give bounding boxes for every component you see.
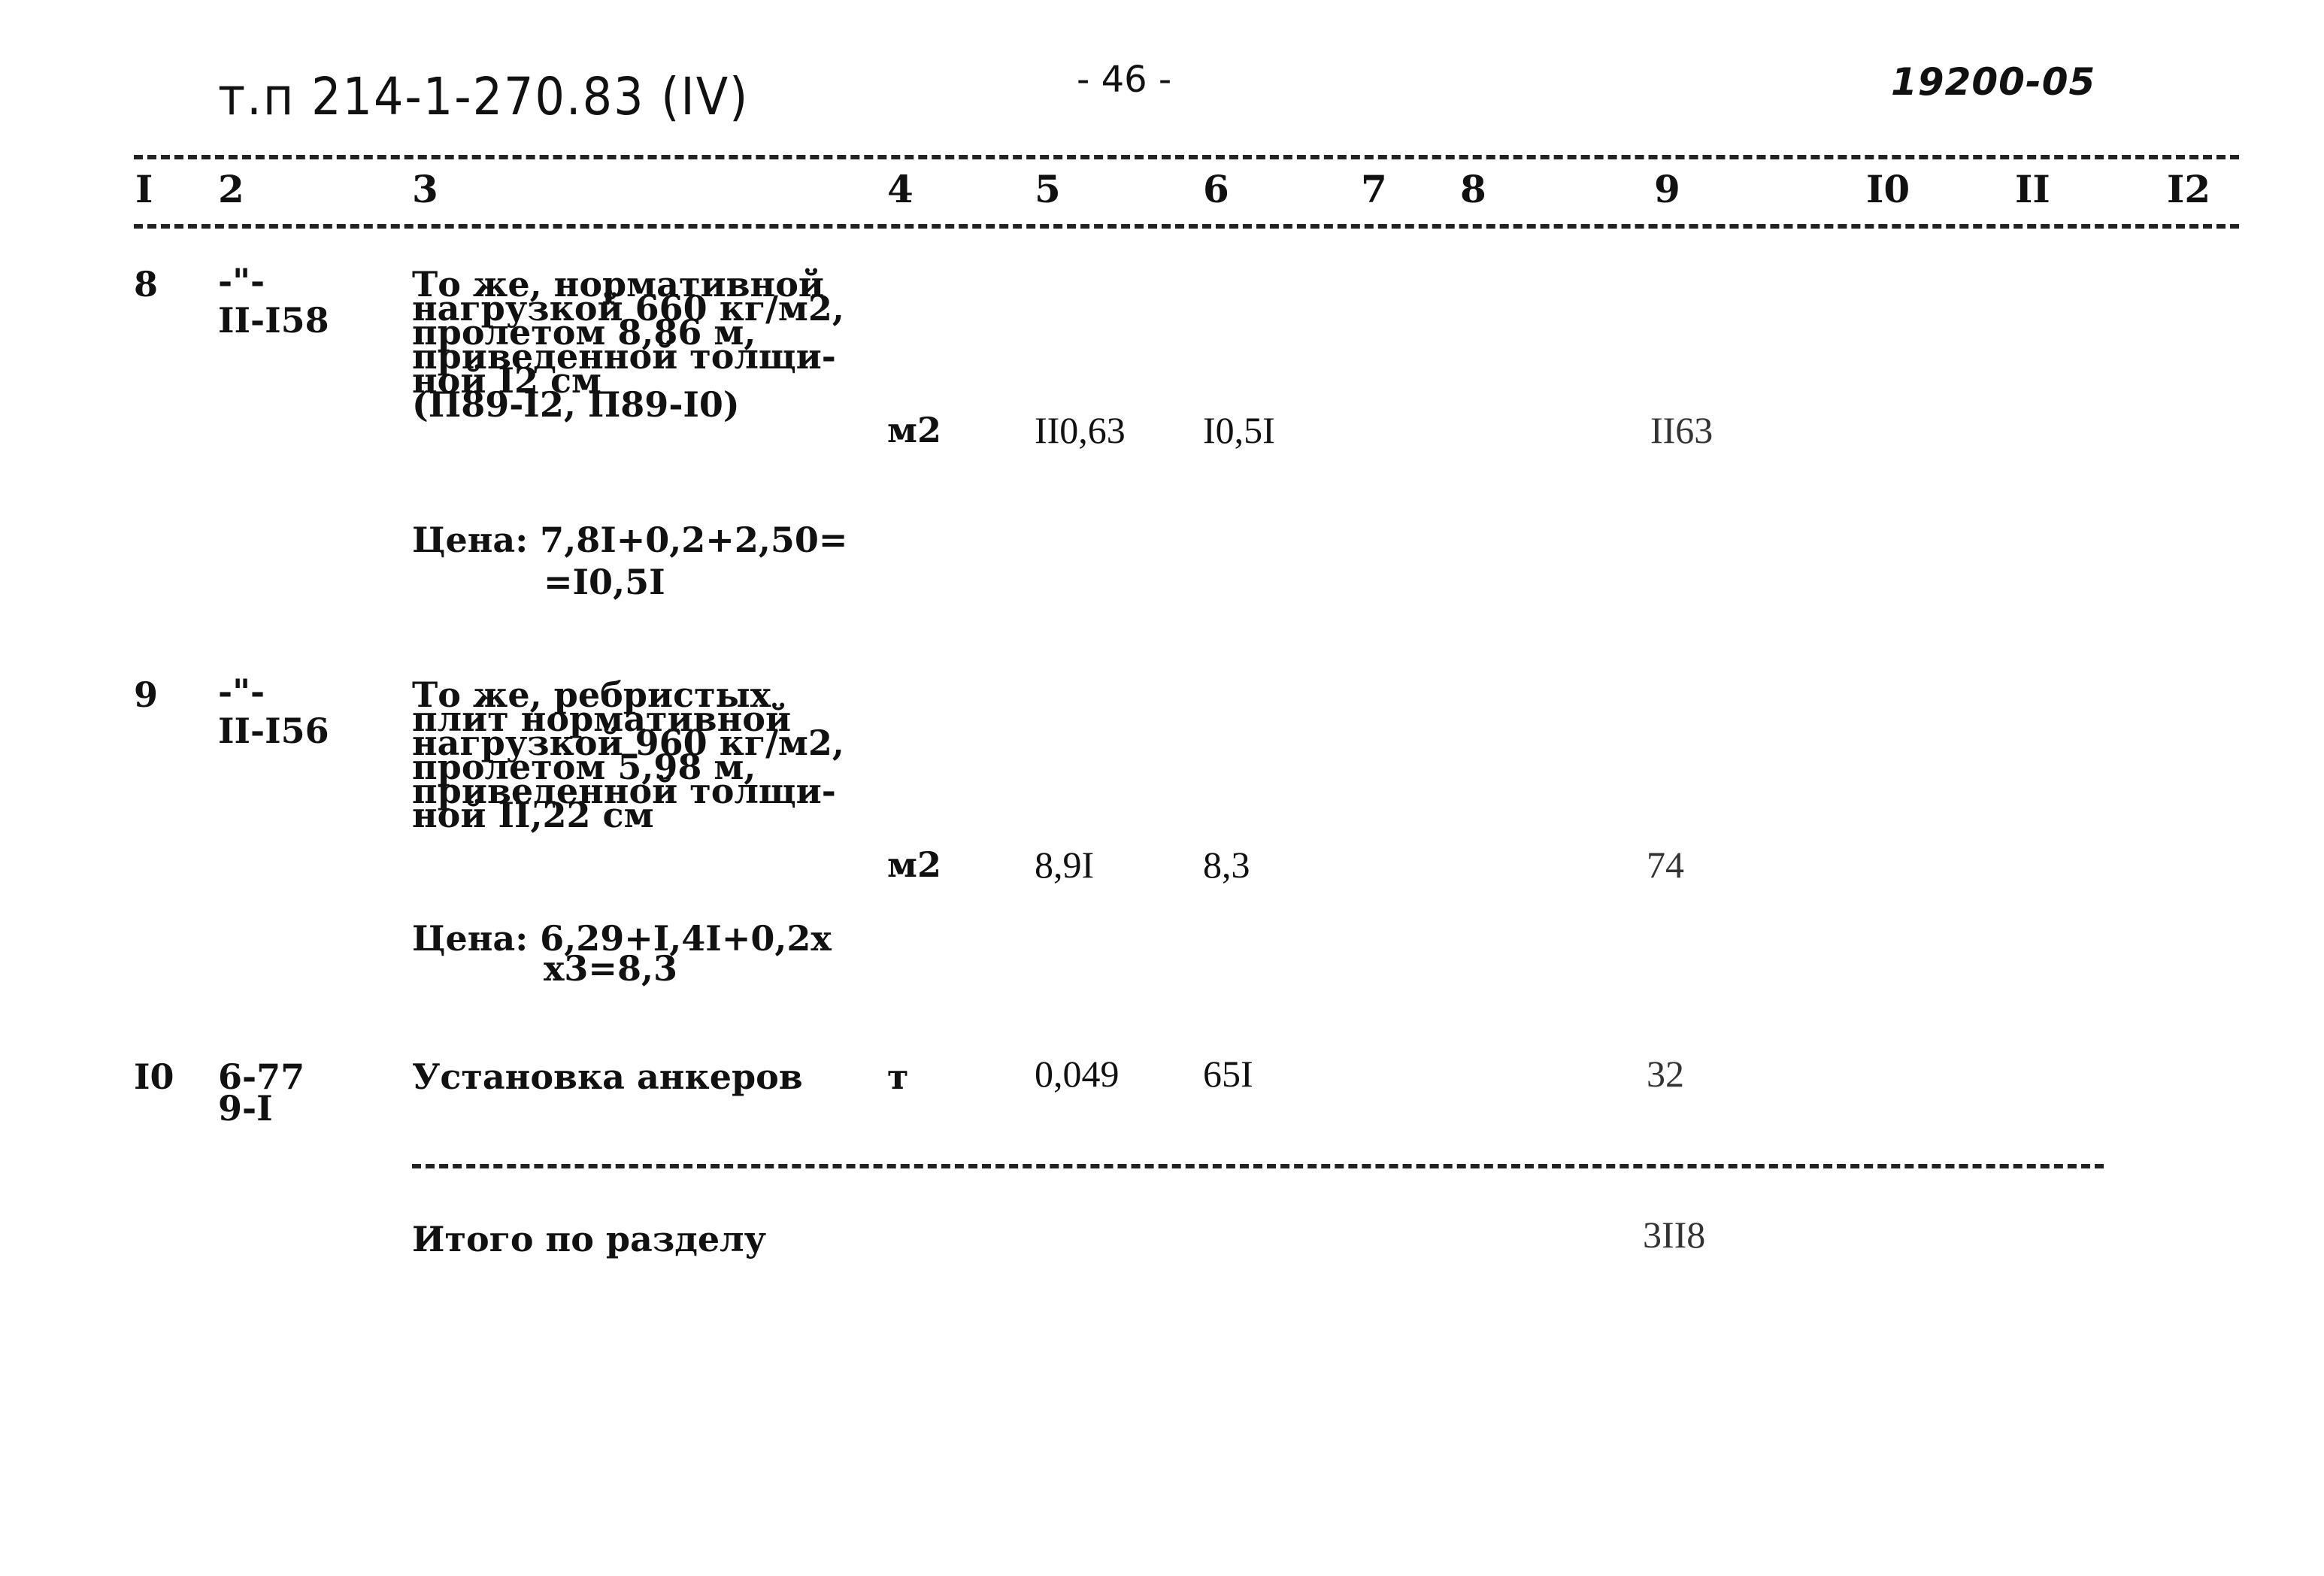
row-quantity: 0,049 [1035, 1053, 1120, 1095]
row-unit: т [887, 1056, 909, 1097]
document-code: 19200-05 [1891, 60, 2096, 104]
summary-total: 3II8 [1643, 1214, 1706, 1256]
row-quantity: II0,63 [1035, 409, 1126, 451]
column-header-4: 4 [887, 167, 914, 211]
row-code-ref: -"- [218, 261, 265, 302]
row-code: II-I58 [218, 300, 329, 341]
column-header-10: I0 [1866, 167, 1910, 211]
page-number: - 46 - [1077, 59, 1172, 101]
column-header-7: 7 [1361, 167, 1387, 211]
column-header-1: I [135, 167, 153, 211]
row-price: I0,5I [1203, 409, 1275, 451]
row-number: 8 [134, 264, 159, 305]
column-header-9: 9 [1654, 167, 1680, 211]
row-code-sub: 9-I [218, 1088, 273, 1129]
description-line: (П89-I2, П89-I0) [412, 384, 740, 425]
description-line: Установка анкеров [412, 1056, 803, 1097]
row-unit: м2 [887, 410, 941, 450]
header-bottom-divider [134, 224, 2239, 229]
column-header-6: 6 [1203, 167, 1229, 211]
row-number: 9 [134, 674, 159, 715]
document-reference: т.п 214-1-270.83 (IV) [218, 66, 750, 127]
row-total: 74 [1647, 844, 1684, 886]
row-quantity: 8,9I [1035, 844, 1095, 886]
column-header-5: 5 [1035, 167, 1061, 211]
row-code: II-I56 [218, 711, 329, 751]
header-top-divider [134, 155, 2239, 159]
row-price-calculation: Цена: 7,8I+0,2+2,50= =I0,5I [412, 519, 847, 603]
price-calc-line: =I0,5I [544, 562, 665, 602]
row-description: То же, нормативной нагрузкой 660 кг/м2, … [412, 267, 844, 425]
row-code: 6-77 [218, 1056, 305, 1097]
row-description: То же, ребристых плит нормативной нагруз… [412, 677, 844, 832]
summary-divider [412, 1164, 2104, 1168]
row-description: Установка анкеров [412, 1056, 803, 1097]
column-header-2: 2 [218, 167, 244, 211]
row-code-ref: -"- [218, 671, 265, 712]
row-price: 8,3 [1203, 844, 1250, 886]
price-calc-line: Цена: 7,8I+0,2+2,50= [412, 520, 848, 560]
row-number: I0 [134, 1056, 174, 1097]
row-price-calculation: Цена: 6,29+I,4I+0,2х х3=8,3 [412, 921, 832, 986]
column-header-3: 3 [412, 167, 438, 211]
column-header-11: II [2015, 167, 2050, 211]
row-total: 32 [1647, 1053, 1684, 1095]
row-total: II63 [1650, 409, 1713, 451]
row-unit: м2 [887, 844, 941, 885]
column-header-8: 8 [1460, 167, 1486, 211]
column-header-12: I2 [2167, 167, 2211, 211]
summary-label: Итого по разделу [412, 1219, 767, 1259]
row-price: 65I [1203, 1053, 1253, 1095]
